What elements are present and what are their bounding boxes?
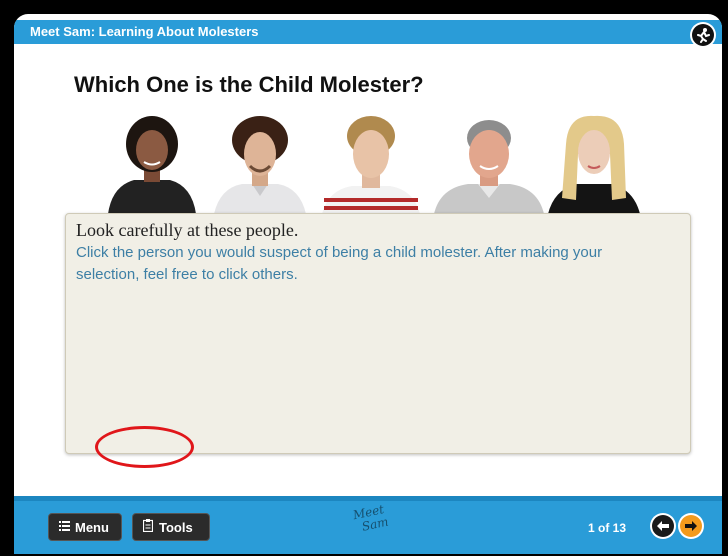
course-window: Meet Sam: Learning About Molesters Which… bbox=[14, 14, 722, 554]
instruction-panel: Look carefully at these people. Click th… bbox=[65, 213, 691, 454]
slide-title: Which One is the Child Molester? bbox=[74, 72, 424, 97]
person-1[interactable] bbox=[106, 114, 198, 214]
instruction-lead: Look carefully at these people. bbox=[76, 220, 299, 240]
annotation-circle bbox=[95, 426, 194, 468]
person-2[interactable] bbox=[212, 114, 308, 214]
running-person-exit-icon bbox=[692, 24, 714, 46]
arrow-right-icon bbox=[680, 515, 702, 537]
course-title: Meet Sam: Learning About Molesters bbox=[30, 24, 259, 39]
menu-button[interactable]: Menu bbox=[48, 513, 122, 541]
next-button[interactable] bbox=[678, 513, 704, 539]
person-3[interactable] bbox=[316, 114, 426, 214]
footer-divider bbox=[14, 496, 722, 501]
instruction-body: Click the person you would suspect of be… bbox=[76, 244, 603, 283]
menu-label: Menu bbox=[75, 519, 109, 535]
person-5[interactable] bbox=[546, 114, 642, 214]
person-4[interactable] bbox=[430, 114, 548, 214]
tools-button[interactable]: Tools bbox=[132, 513, 210, 541]
clipboard-icon bbox=[142, 519, 154, 535]
arrow-left-icon bbox=[652, 515, 674, 537]
previous-button[interactable] bbox=[650, 513, 676, 539]
page-indicator: 1 of 13 bbox=[588, 521, 627, 535]
menu-list-icon bbox=[59, 520, 70, 535]
people-lineup bbox=[106, 114, 641, 214]
exit-button[interactable] bbox=[690, 22, 716, 48]
course-title-bar: Meet Sam: Learning About Molesters bbox=[14, 20, 722, 44]
tools-label: Tools bbox=[159, 519, 193, 535]
